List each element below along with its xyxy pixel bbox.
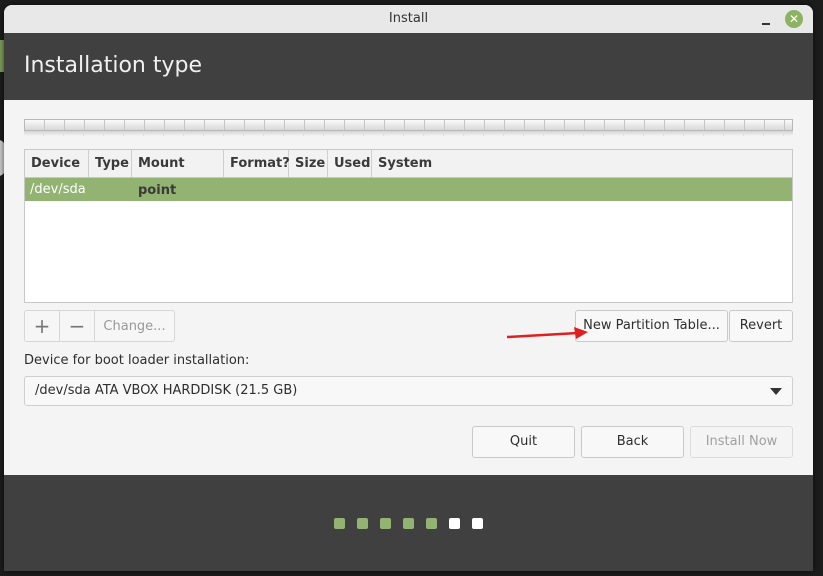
step-dot-pending — [472, 518, 483, 529]
partition-toolbar: + − Change... — [24, 310, 175, 342]
boot-loader-label: Device for boot loader installation: — [24, 353, 250, 368]
page-header: Installation type — [4, 33, 813, 100]
installer-window: Install ✕ Installation type Device Type … — [4, 5, 813, 571]
step-dot-completed — [426, 518, 437, 529]
column-header-device[interactable]: Device — [25, 150, 89, 177]
close-icon[interactable]: ✕ — [785, 10, 803, 28]
cell-device: /dev/sda — [30, 182, 86, 197]
step-dot-completed — [357, 518, 368, 529]
boot-loader-device-select[interactable]: /dev/sda ATA VBOX HARDDISK (21.5 GB) — [24, 376, 793, 406]
column-header-format[interactable]: Format? — [224, 150, 290, 177]
disk-partition-bar-reflection — [24, 131, 793, 136]
column-header-used[interactable]: Used — [328, 150, 372, 177]
step-dot-completed — [334, 518, 345, 529]
step-dot-completed — [380, 518, 391, 529]
step-progress-indicator — [334, 518, 483, 529]
column-header-size[interactable]: Size — [289, 150, 328, 177]
dropdown-arrow-icon — [770, 388, 782, 395]
plus-icon: + — [33, 314, 51, 338]
main-content: Device Type Mount point Format? Size Use… — [4, 100, 813, 475]
title-bar[interactable]: Install ✕ — [4, 5, 813, 33]
revert-button[interactable]: Revert — [729, 310, 793, 342]
window-title: Install — [388, 11, 429, 26]
new-partition-table-button[interactable]: New Partition Table... — [575, 310, 728, 342]
progress-footer — [4, 475, 813, 571]
minimize-icon[interactable] — [759, 11, 773, 27]
boot-loader-selected-value: /dev/sda ATA VBOX HARDDISK (21.5 GB) — [35, 383, 298, 398]
column-header-type[interactable]: Type — [89, 150, 132, 177]
column-header-system[interactable]: System — [372, 150, 792, 177]
back-button[interactable]: Back — [581, 426, 684, 458]
install-now-button[interactable]: Install Now — [690, 426, 793, 458]
add-partition-button[interactable]: + — [25, 311, 60, 341]
change-partition-button[interactable]: Change... — [95, 311, 174, 341]
minus-icon: − — [68, 314, 86, 338]
disk-partition-bar — [24, 119, 793, 131]
column-header-mount-point[interactable]: Mount point — [132, 150, 224, 198]
quit-button[interactable]: Quit — [472, 426, 575, 458]
table-header: Device Type Mount point Format? Size Use… — [25, 150, 792, 198]
partition-table: Device Type Mount point Format? Size Use… — [24, 149, 793, 303]
page-title: Installation type — [24, 53, 202, 78]
step-dot-completed — [403, 518, 414, 529]
remove-partition-button[interactable]: − — [60, 311, 95, 341]
step-dot-pending — [449, 518, 460, 529]
